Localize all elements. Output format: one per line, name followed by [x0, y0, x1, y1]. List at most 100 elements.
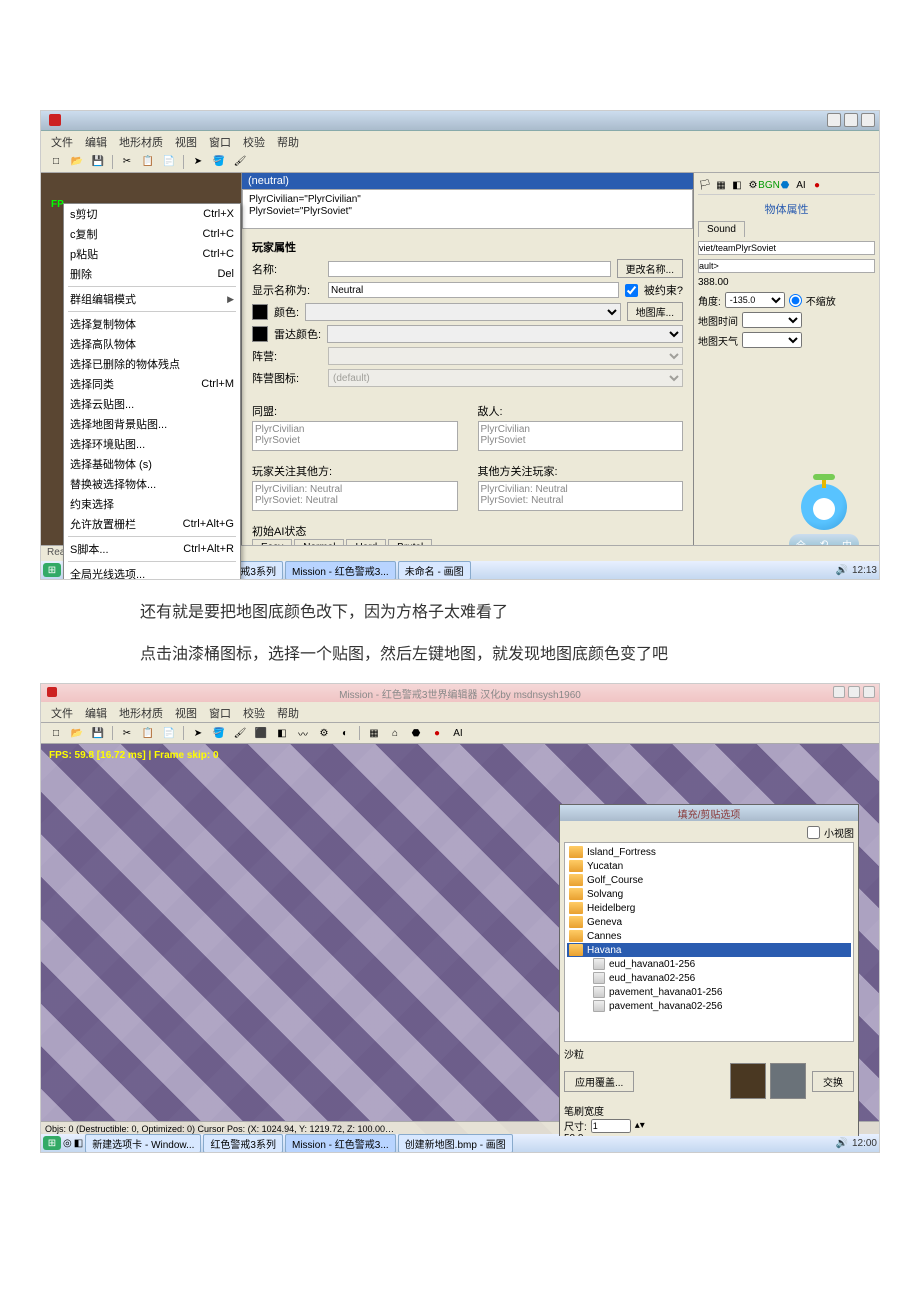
texture-tree[interactable]: Island_Fortress Yucatan Golf_Course Solv… [564, 842, 854, 1042]
tool-icon[interactable]: ▦ [365, 724, 383, 742]
team-path-input[interactable] [698, 241, 875, 255]
size-input[interactable] [591, 1119, 631, 1133]
bucket-icon[interactable]: 🪣 [210, 724, 228, 742]
texture-swatch[interactable] [730, 1063, 766, 1099]
folder-item[interactable]: Golf_Course [567, 873, 851, 887]
tool-icon[interactable]: ● [810, 179, 824, 193]
menu-cut[interactable]: s剪切Ctrl+X [64, 204, 240, 224]
task-item[interactable]: Mission - 红色警戒3... [285, 1134, 396, 1153]
menu-item[interactable]: 选择环境贴图... [64, 434, 240, 454]
menu-item[interactable]: 视图 [175, 134, 197, 148]
tool-icon[interactable]: ⚙ [315, 724, 333, 742]
menu-item[interactable]: 选择同类Ctrl+M [64, 374, 240, 394]
menu-item[interactable]: 地形材质 [119, 705, 163, 719]
menu-item[interactable]: 选择复制物体 [64, 314, 240, 334]
tool-icon[interactable]: ● [428, 724, 446, 742]
tool-icon[interactable]: ◐ [336, 724, 354, 742]
spinner-icon[interactable]: ▴▾ [635, 1120, 645, 1131]
tray-icon[interactable]: 🔊 [836, 565, 848, 576]
texture-item[interactable]: pavement_havana02-256 [591, 999, 851, 1013]
radar-select[interactable] [327, 325, 683, 343]
tool-icon[interactable]: ▦ [714, 179, 728, 193]
menu-item[interactable]: 窗口 [209, 705, 231, 719]
task-item[interactable]: 未命名 - 画图 [398, 561, 471, 580]
open-icon[interactable]: 📂 [68, 724, 86, 742]
texture-item[interactable]: eud_havana02-256 [591, 971, 851, 985]
menu-item[interactable]: 替换被选择物体... [64, 474, 240, 494]
menu-item[interactable]: 约束选择 [64, 494, 240, 514]
start-button[interactable]: ⊞ [43, 563, 61, 577]
rename-button[interactable]: 更改名称... [617, 259, 683, 278]
new-icon[interactable]: □ [47, 724, 65, 742]
map-time-select[interactable] [742, 312, 802, 328]
menu-item[interactable]: 编辑 [85, 705, 107, 719]
folder-item[interactable]: Geneva [567, 915, 851, 929]
menu-item[interactable]: 允许放置栅栏Ctrl+Alt+G [64, 514, 240, 534]
menu-item[interactable]: 帮助 [277, 705, 299, 719]
menu-item[interactable]: 选择高队物体 [64, 334, 240, 354]
player-attend-list[interactable]: PlyrCivilian: Neutral PlyrSoviet: Neutra… [252, 481, 458, 511]
close-button[interactable] [861, 113, 875, 127]
name-input[interactable] [328, 261, 611, 277]
menu-script[interactable]: S脚本...Ctrl+Alt+R [64, 539, 240, 559]
folder-item[interactable]: Yucatan [567, 859, 851, 873]
texture-item[interactable]: pavement_havana01-256 [591, 985, 851, 999]
paste-icon[interactable]: 📄 [160, 724, 178, 742]
menu-item[interactable]: 选择地图背景贴图... [64, 414, 240, 434]
quick-icon[interactable]: ◎ [63, 1138, 72, 1149]
menu-item[interactable]: 文件 [51, 134, 73, 148]
brush-icon[interactable]: 🖌 [231, 724, 249, 742]
menu-group-edit[interactable]: 群组编辑模式▶ [64, 289, 240, 309]
nozoom-radio[interactable] [789, 294, 802, 307]
tool-icon[interactable]: AI [794, 179, 808, 193]
menu-item[interactable]: 地形材质 [119, 134, 163, 148]
map-db-button[interactable]: 地图库... [627, 302, 683, 321]
brush-icon[interactable]: 🖌 [231, 153, 249, 171]
maximize-button[interactable] [848, 686, 860, 698]
rule-input[interactable] [698, 259, 875, 273]
sound-tab[interactable]: Sound [698, 221, 745, 237]
folder-item[interactable]: Island_Fortress [567, 845, 851, 859]
display-input[interactable] [328, 282, 619, 298]
tool-icon[interactable]: ⬣ [778, 179, 792, 193]
swap-button[interactable]: 交换 [812, 1071, 854, 1092]
cut-icon[interactable]: ✂ [118, 153, 136, 171]
menu-paste[interactable]: p粘贴Ctrl+C [64, 244, 240, 264]
tool-icon[interactable]: 🏳 [698, 179, 712, 193]
tool-icon[interactable]: ◧ [730, 179, 744, 193]
apply-button[interactable]: 应用覆盖... [564, 1071, 634, 1092]
new-icon[interactable]: □ [47, 153, 65, 171]
menu-item[interactable]: 窗口 [209, 134, 231, 148]
pointer-icon[interactable]: ➤ [189, 724, 207, 742]
tool-icon[interactable]: BGN [762, 179, 776, 193]
folder-item[interactable]: Heidelberg [567, 901, 851, 915]
menu-item[interactable]: 帮助 [277, 134, 299, 148]
enemies-list[interactable]: PlyrCivilian PlyrSoviet [478, 421, 684, 451]
menu-item[interactable]: 选择基础物体 (s) [64, 454, 240, 474]
save-icon[interactable]: 💾 [89, 724, 107, 742]
thumb-checkbox[interactable] [807, 826, 820, 839]
map-weather-select[interactable] [742, 332, 802, 348]
save-icon[interactable]: 💾 [89, 153, 107, 171]
pointer-icon[interactable]: ➤ [189, 153, 207, 171]
minimize-button[interactable] [827, 113, 841, 127]
maximize-button[interactable] [844, 113, 858, 127]
menu-item[interactable]: 编辑 [85, 134, 107, 148]
map-canvas[interactable]: FPS: 59.8 [16.72 ms] | Frame skip: 0 填充/… [41, 744, 879, 1136]
copy-icon[interactable]: 📋 [139, 153, 157, 171]
menu-item[interactable]: 选择已删除的物体残点 [64, 354, 240, 374]
allies-list[interactable]: PlyrCivilian PlyrSoviet [252, 421, 458, 451]
texture-item[interactable]: eud_havana01-256 [591, 957, 851, 971]
cut-icon[interactable]: ✂ [118, 724, 136, 742]
menu-item[interactable]: 校验 [243, 134, 265, 148]
other-attend-list[interactable]: PlyrCivilian: Neutral PlyrSoviet: Neutra… [478, 481, 684, 511]
paste-icon[interactable]: 📄 [160, 153, 178, 171]
locked-checkbox[interactable] [625, 284, 638, 297]
task-item[interactable]: Mission - 红色警戒3... [285, 561, 396, 580]
menu-item[interactable]: 文件 [51, 705, 73, 719]
start-button[interactable]: ⊞ [43, 1136, 61, 1150]
minimize-button[interactable] [833, 686, 845, 698]
tray-icon[interactable]: 🔊 [836, 1138, 848, 1149]
close-button[interactable] [863, 686, 875, 698]
quick-icon[interactable]: ◧ [74, 1138, 83, 1149]
